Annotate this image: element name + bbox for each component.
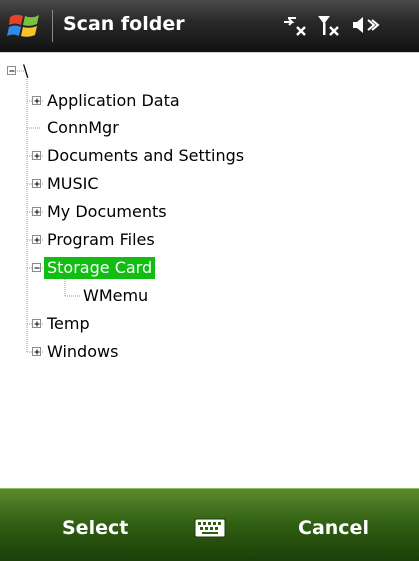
expander-plus-icon[interactable] — [32, 96, 41, 105]
expander-plus-icon[interactable] — [32, 207, 41, 216]
expander-plus-icon[interactable] — [32, 235, 41, 244]
tree-item-temp[interactable]: Temp — [44, 313, 93, 335]
keyboard-icon[interactable] — [193, 515, 227, 541]
tree-item-application-data[interactable]: Application Data — [44, 90, 183, 112]
expander-plus-icon[interactable] — [32, 179, 41, 188]
expander-plus-icon[interactable] — [32, 347, 41, 356]
connectivity-off-icon[interactable] — [280, 12, 310, 40]
select-button[interactable]: Select — [62, 517, 182, 539]
title-bar: Scan folder — [0, 0, 419, 52]
title-separator — [52, 10, 53, 42]
tree-root-label[interactable]: \ — [20, 60, 31, 82]
tree-item-documents-and-settings[interactable]: Documents and Settings — [44, 145, 247, 167]
tree-item-my-documents[interactable]: My Documents — [44, 201, 170, 223]
speaker-mute-icon[interactable] — [350, 12, 380, 40]
cancel-button[interactable]: Cancel — [298, 517, 398, 539]
windows-flag-icon[interactable] — [6, 9, 44, 43]
tree-item-windows[interactable]: Windows — [44, 341, 121, 363]
expander-minus-icon[interactable] — [32, 263, 41, 272]
tree-item-program-files[interactable]: Program Files — [44, 229, 158, 251]
expander-plus-icon[interactable] — [32, 151, 41, 160]
tree-item-storage-card[interactable]: Storage Card — [44, 257, 156, 279]
expander-plus-icon[interactable] — [32, 319, 41, 328]
softkey-bar: Select Cancel — [0, 488, 419, 561]
tree-item-music[interactable]: MUSIC — [44, 173, 102, 195]
expander-minus-icon[interactable] — [7, 66, 16, 75]
tree-item-connmgr[interactable]: ConnMgr — [44, 117, 122, 139]
window-title: Scan folder — [63, 13, 185, 35]
folder-tree[interactable]: \ Application Data ConnMgr Documents and… — [0, 52, 419, 489]
signal-off-icon[interactable] — [315, 12, 345, 40]
tree-item-wmemu[interactable]: WMemu — [80, 285, 151, 307]
